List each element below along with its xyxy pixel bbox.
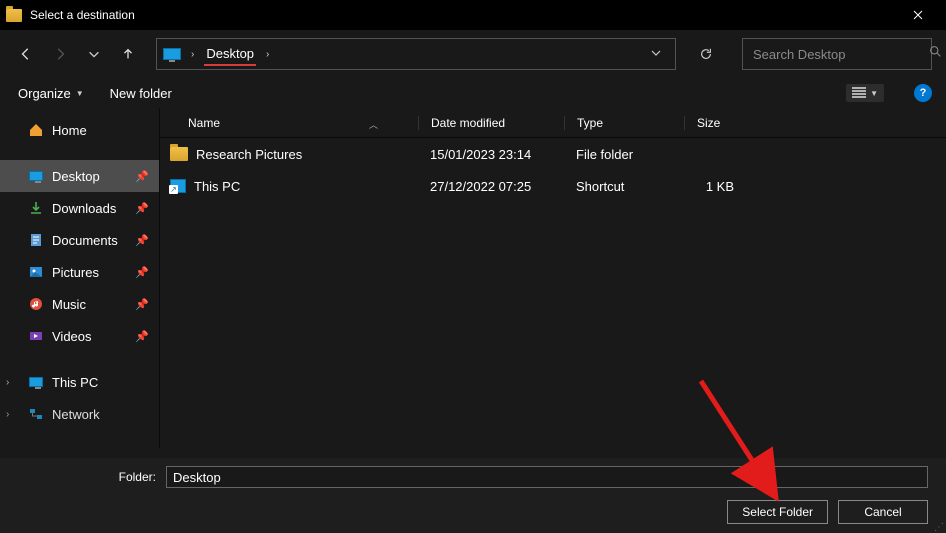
sort-indicator-icon: ︿ — [369, 118, 378, 131]
navigation-pane: Home Desktop 📌 Downloads 📌 Documents 📌 P… — [0, 108, 160, 448]
folder-field-label: Folder: — [0, 470, 160, 484]
shortcut-icon — [170, 179, 186, 193]
sidebar-item-desktop[interactable]: Desktop 📌 — [0, 160, 159, 192]
pin-icon: 📌 — [135, 266, 149, 279]
expand-icon[interactable]: › — [6, 409, 9, 420]
address-dropdown-button[interactable] — [643, 45, 669, 63]
search-icon — [929, 45, 942, 63]
column-header-name[interactable]: Name ︿ — [160, 116, 418, 130]
sidebar-item-label: Music — [52, 297, 86, 312]
desktop-icon — [163, 48, 181, 60]
column-header-date[interactable]: Date modified — [418, 116, 564, 130]
chevron-down-icon: ▼ — [870, 89, 878, 98]
file-name: This PC — [194, 179, 240, 194]
close-button[interactable] — [895, 0, 940, 30]
view-options-button[interactable]: ▼ — [846, 84, 884, 102]
document-icon — [28, 232, 44, 248]
sidebar-item-home[interactable]: Home — [0, 114, 159, 146]
file-type: File folder — [564, 147, 684, 162]
expand-icon[interactable]: › — [6, 377, 9, 388]
new-folder-button[interactable]: New folder — [106, 83, 176, 104]
file-list-pane: Name ︿ Date modified Type Size Research … — [160, 108, 946, 448]
sidebar-item-label: Pictures — [52, 265, 99, 280]
folder-icon — [6, 9, 22, 22]
search-box[interactable] — [742, 38, 932, 70]
music-icon — [28, 296, 44, 312]
main-area: Home Desktop 📌 Downloads 📌 Documents 📌 P… — [0, 108, 946, 448]
sidebar-item-label: Desktop — [52, 169, 100, 184]
help-button[interactable]: ? — [914, 84, 932, 102]
sidebar-item-this-pc[interactable]: › This PC — [0, 366, 159, 398]
chevron-right-icon[interactable]: › — [187, 49, 198, 60]
file-row[interactable]: Research Pictures 15/01/2023 23:14 File … — [160, 138, 946, 170]
pin-icon: 📌 — [135, 298, 149, 311]
file-date: 15/01/2023 23:14 — [418, 147, 564, 162]
sidebar-item-videos[interactable]: Videos 📌 — [0, 320, 159, 352]
select-folder-button[interactable]: Select Folder — [727, 500, 828, 524]
up-button[interactable] — [116, 42, 140, 66]
column-header-size[interactable]: Size — [684, 116, 764, 130]
sidebar-item-label: Network — [52, 407, 100, 422]
pin-icon: 📌 — [135, 330, 149, 343]
sidebar-item-documents[interactable]: Documents 📌 — [0, 224, 159, 256]
sidebar-item-music[interactable]: Music 📌 — [0, 288, 159, 320]
pictures-icon — [28, 264, 44, 280]
sidebar-item-network[interactable]: › Network — [0, 398, 159, 430]
resize-grip-icon[interactable]: ⋰ — [934, 525, 944, 531]
folder-picker-window: Select a destination › Desktop › — [0, 0, 946, 533]
toolbar: Organize ▼ New folder ▼ ? — [0, 78, 946, 108]
search-input[interactable] — [753, 47, 929, 62]
file-type: Shortcut — [564, 179, 684, 194]
sidebar-item-pictures[interactable]: Pictures 📌 — [0, 256, 159, 288]
pin-icon: 📌 — [135, 170, 149, 183]
videos-icon — [28, 328, 44, 344]
footer: Folder: Select Folder Cancel ⋰ — [0, 458, 946, 533]
file-row[interactable]: This PC 27/12/2022 07:25 Shortcut 1 KB — [160, 170, 946, 202]
file-date: 27/12/2022 07:25 — [418, 179, 564, 194]
sidebar-item-label: This PC — [52, 375, 98, 390]
chevron-right-icon[interactable]: › — [262, 49, 273, 60]
sidebar-item-label: Documents — [52, 233, 118, 248]
breadcrumb-desktop[interactable]: Desktop — [204, 43, 256, 66]
column-headers: Name ︿ Date modified Type Size — [160, 108, 946, 138]
folder-icon — [170, 147, 188, 161]
organize-label: Organize — [18, 86, 71, 101]
titlebar: Select a destination — [0, 0, 946, 30]
pin-icon: 📌 — [135, 234, 149, 247]
refresh-button[interactable] — [690, 38, 722, 70]
recent-locations-button[interactable] — [82, 42, 106, 66]
new-folder-label: New folder — [110, 86, 172, 101]
sidebar-item-label: Home — [52, 123, 87, 138]
organize-button[interactable]: Organize ▼ — [14, 83, 88, 104]
address-bar[interactable]: › Desktop › — [156, 38, 676, 70]
column-header-type[interactable]: Type — [564, 116, 684, 130]
network-icon — [28, 406, 44, 422]
pin-icon: 📌 — [135, 202, 149, 215]
navigation-bar: › Desktop › — [0, 30, 946, 78]
file-size: 1 KB — [684, 179, 764, 194]
download-icon — [28, 200, 44, 216]
file-name: Research Pictures — [196, 147, 302, 162]
sidebar-item-label: Downloads — [52, 201, 116, 216]
desktop-icon — [28, 168, 44, 184]
sidebar-item-downloads[interactable]: Downloads 📌 — [0, 192, 159, 224]
pc-icon — [28, 374, 44, 390]
cancel-button[interactable]: Cancel — [838, 500, 928, 524]
window-title: Select a destination — [30, 8, 135, 22]
back-button[interactable] — [14, 42, 38, 66]
chevron-down-icon: ▼ — [76, 89, 84, 98]
home-icon — [28, 122, 44, 138]
forward-button[interactable] — [48, 42, 72, 66]
folder-input[interactable] — [166, 466, 928, 488]
sidebar-item-label: Videos — [52, 329, 92, 344]
